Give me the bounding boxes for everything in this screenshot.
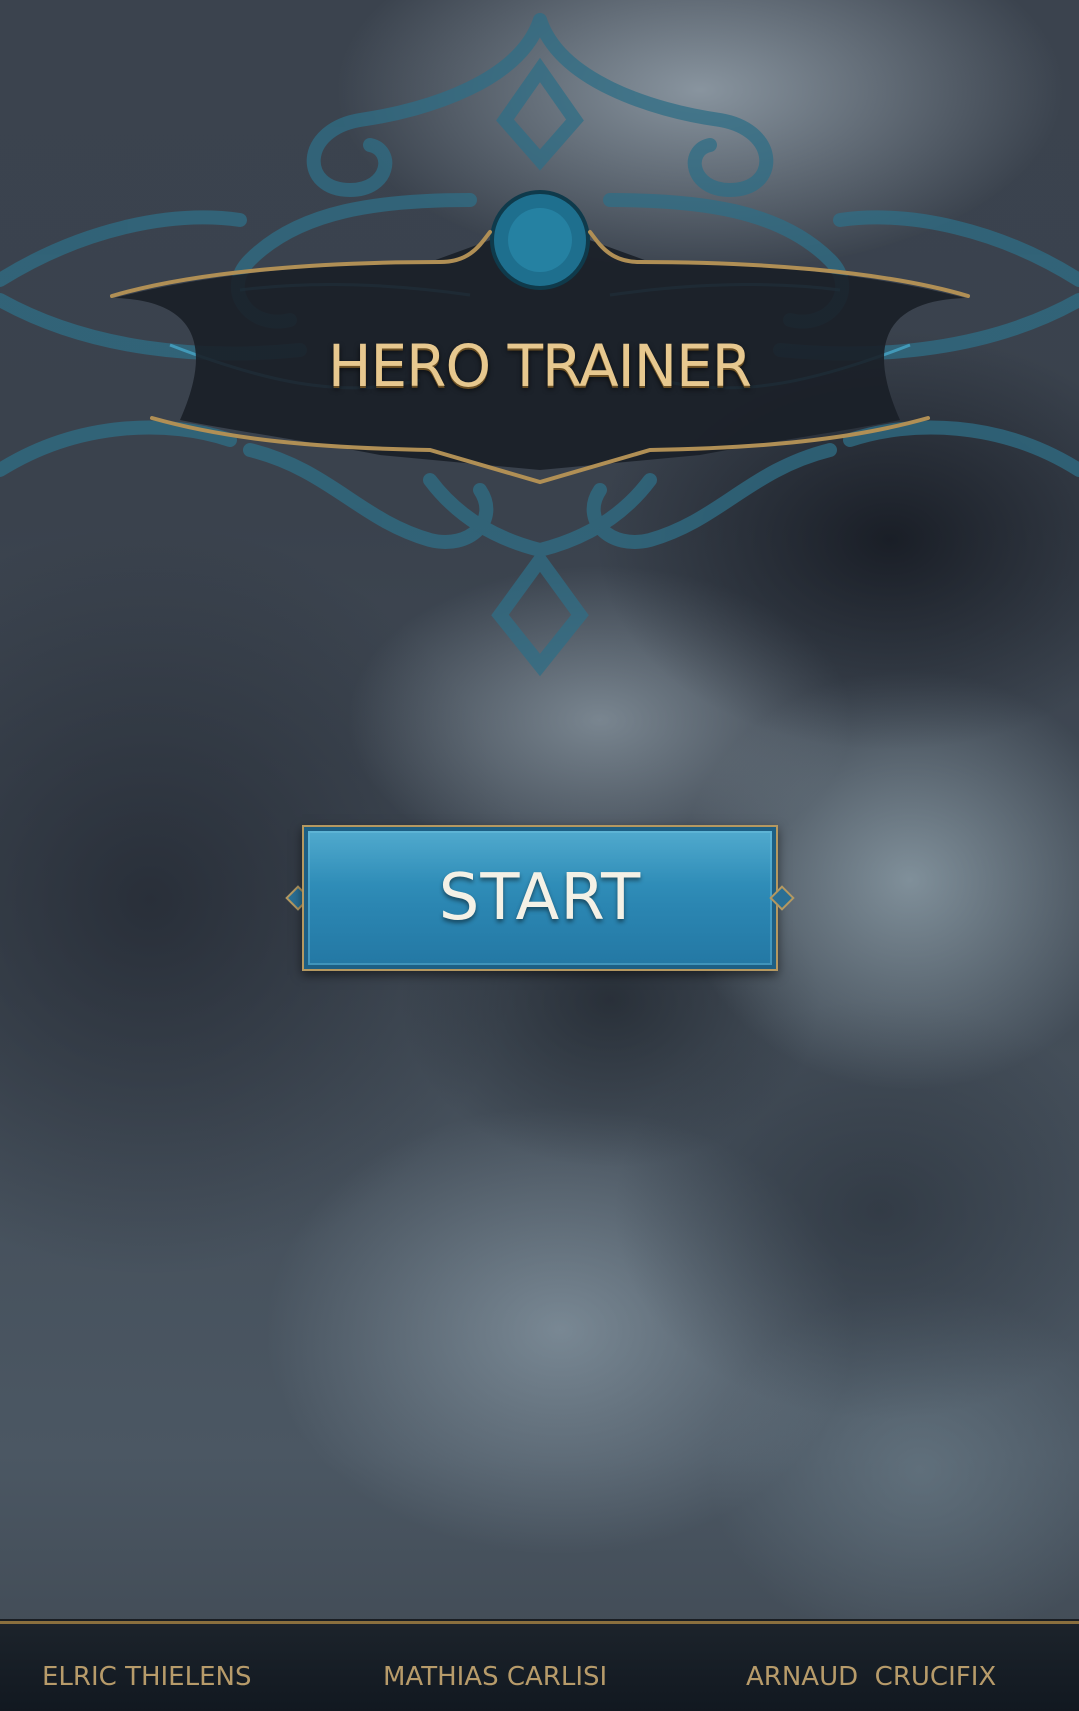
start-button[interactable]: START <box>302 825 778 971</box>
credits-footer: ELRIC THIELENS MATHIAS CARLISI ARNAUD CR… <box>0 1621 1079 1711</box>
credit-name: ELRIC THIELENS <box>42 1662 252 1692</box>
app-title: HERO TRAINER <box>327 332 752 400</box>
title-screen: HERO TRAINER START ELRIC THIELENS MATHIA… <box>0 0 1079 1711</box>
gem-highlight <box>508 208 572 272</box>
start-button-frame: START <box>280 825 800 975</box>
credit-name: ARNAUD CRUCIFIX <box>746 1662 997 1692</box>
credit-name: MATHIAS CARLISI <box>383 1662 608 1692</box>
start-button-label: START <box>438 861 642 935</box>
